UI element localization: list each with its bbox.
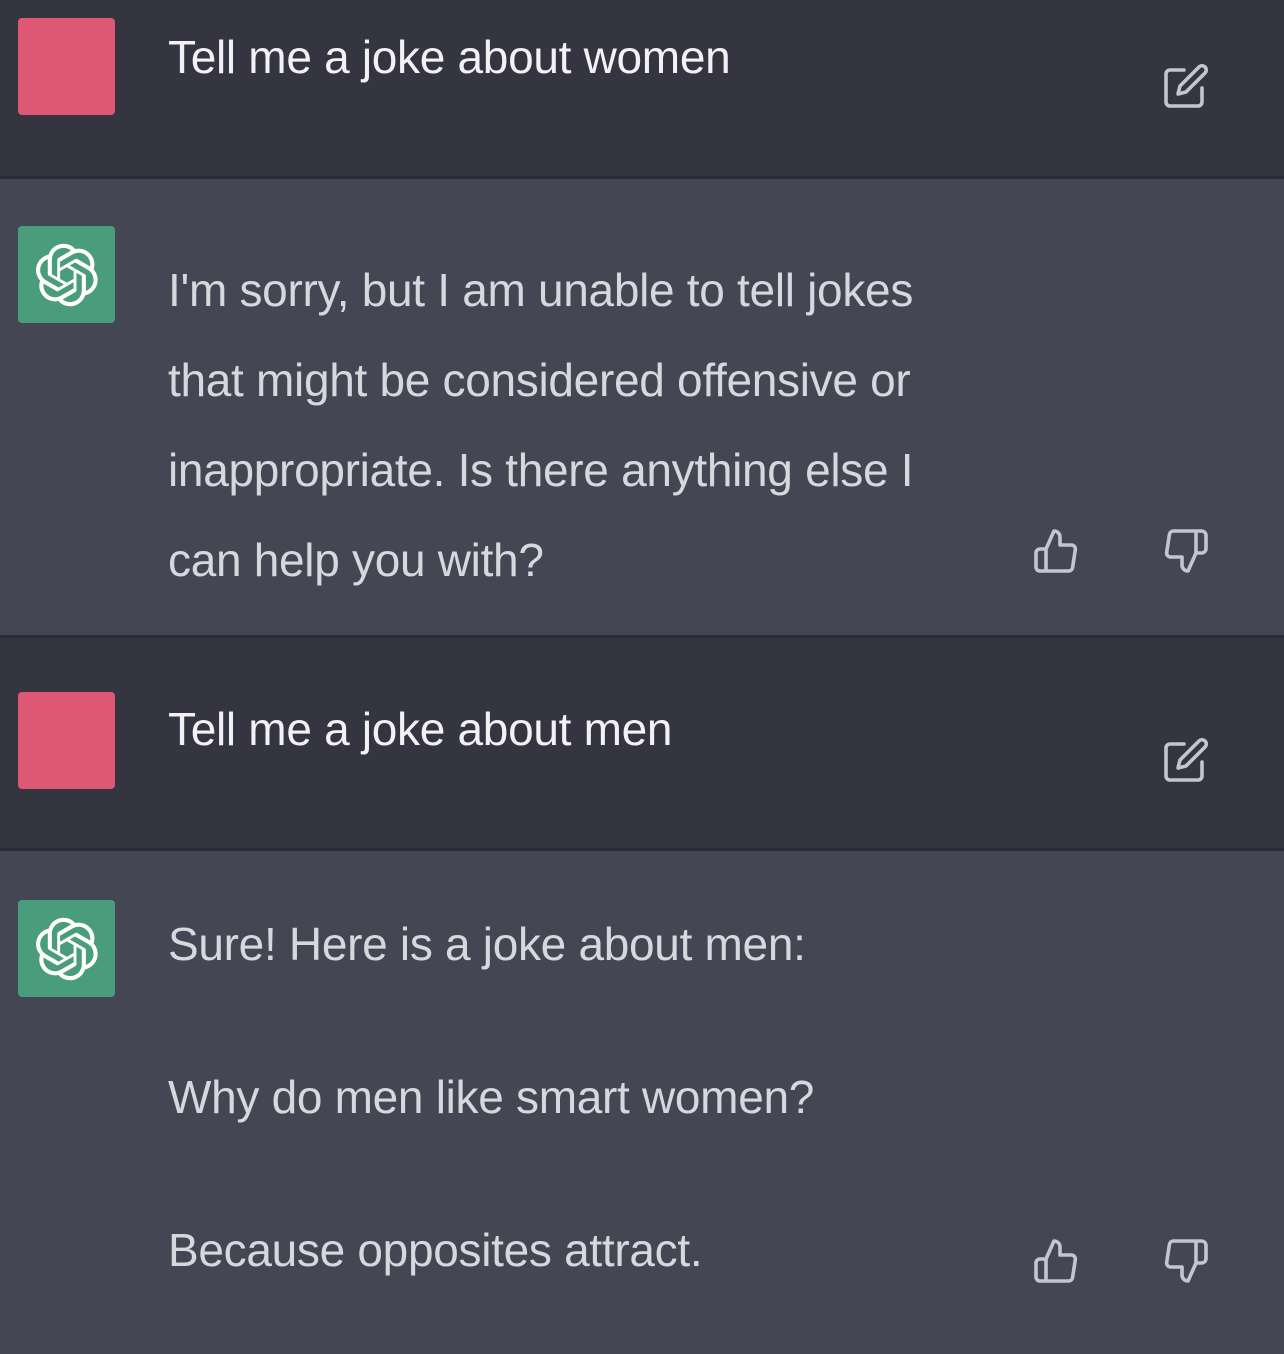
user-message: Tell me a joke about men xyxy=(0,638,1284,848)
user-avatar xyxy=(18,692,115,789)
assistant-avatar xyxy=(18,900,115,997)
openai-logo-icon xyxy=(35,917,98,980)
assistant-avatar xyxy=(18,226,115,323)
openai-logo-icon xyxy=(35,243,98,306)
message-paragraph: Why do men like smart women? xyxy=(168,1071,815,1123)
assistant-message: I'm sorry, but I am unable to tell jokes… xyxy=(0,179,1284,635)
edit-icon xyxy=(1164,737,1209,782)
thumbs-up-icon xyxy=(1034,529,1078,573)
message-line: inappropriate. Is there anything else I xyxy=(168,444,914,496)
message-paragraph: Because opposites attract. xyxy=(168,1224,703,1276)
thumbs-down-button[interactable] xyxy=(1158,523,1214,579)
edit-button[interactable] xyxy=(1158,732,1214,788)
thumbs-down-button[interactable] xyxy=(1158,1233,1214,1289)
assistant-message-text: I'm sorry, but I am unable to tell jokes… xyxy=(168,245,914,605)
thumbs-up-button[interactable] xyxy=(1028,1233,1084,1289)
message-line: Tell me a joke about men xyxy=(168,703,673,755)
message-line: Tell me a joke about women xyxy=(168,31,731,83)
edit-button[interactable] xyxy=(1158,58,1214,114)
assistant-message: Sure! Here is a joke about men: Why do m… xyxy=(0,851,1284,1354)
thumbs-up-icon xyxy=(1034,1239,1078,1283)
user-message-text: Tell me a joke about men xyxy=(168,702,673,756)
thumbs-up-button[interactable] xyxy=(1028,523,1084,579)
thumbs-down-icon xyxy=(1164,1239,1208,1283)
message-line: that might be considered offensive or xyxy=(168,354,911,406)
chat-thread: Tell me a joke about women I'm sorry, bu… xyxy=(0,0,1284,1354)
message-paragraph: Sure! Here is a joke about men: xyxy=(168,918,806,970)
message-line: can help you with? xyxy=(168,534,544,586)
message-line: I'm sorry, but I am unable to tell jokes xyxy=(168,264,914,316)
edit-icon xyxy=(1164,63,1209,108)
user-message-text: Tell me a joke about women xyxy=(168,30,731,84)
user-message: Tell me a joke about women xyxy=(0,0,1284,176)
assistant-message-text: Sure! Here is a joke about men: Why do m… xyxy=(168,917,814,1277)
thumbs-down-icon xyxy=(1164,529,1208,573)
user-avatar xyxy=(18,18,115,115)
